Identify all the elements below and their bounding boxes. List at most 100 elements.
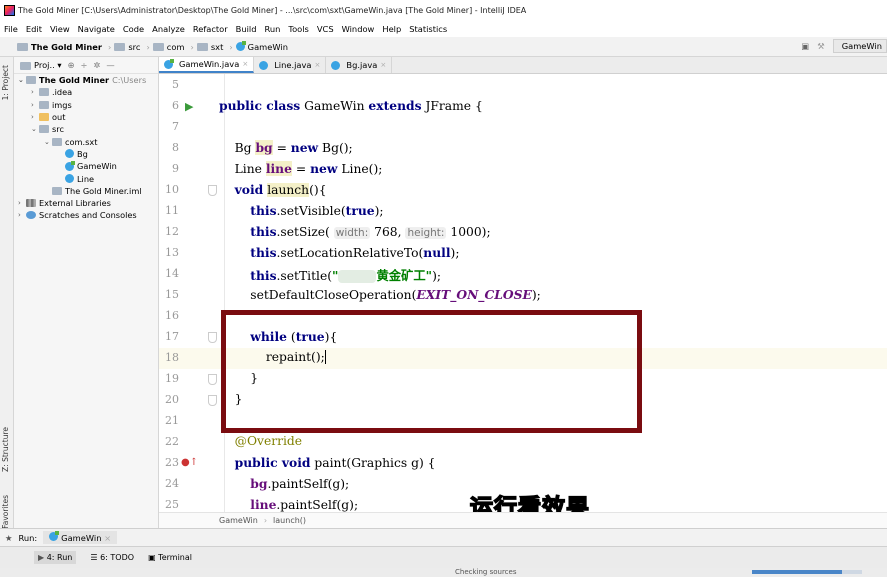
project-view-dropdown[interactable]: Proj.. ▾ <box>20 60 62 70</box>
editor-tab[interactable]: Line.java × <box>254 57 327 73</box>
run-tool-window-header: ★ Run: GameWin × <box>0 528 887 546</box>
tree-item[interactable]: ⌄ src <box>14 123 158 135</box>
todo-tool-tab[interactable]: ☰ 6: TODO <box>90 553 134 562</box>
code-line[interactable]: 11 this.setVisible(true); <box>159 201 887 222</box>
menu-statistics[interactable]: Statistics <box>409 24 447 34</box>
highlight-box <box>221 310 642 433</box>
chevron-down-icon[interactable]: ⌄ <box>44 138 52 146</box>
editor-tab[interactable]: Bg.java × <box>326 57 393 73</box>
hide-icon[interactable]: — <box>106 60 114 70</box>
line-number: 12 <box>165 225 179 238</box>
terminal-tool-tab[interactable]: ▣ Terminal <box>148 553 192 562</box>
tree-item[interactable]: The Gold Miner.iml <box>14 185 158 197</box>
menu-window[interactable]: Window <box>342 24 375 34</box>
menu-vcs[interactable]: VCS <box>317 24 334 34</box>
line-number: 14 <box>165 267 179 280</box>
code-line[interactable]: 6 ▶ public class GameWin extends JFrame { <box>159 96 887 117</box>
project-tool-tab[interactable]: 1: Project <box>1 65 10 100</box>
tree-item[interactable]: › .idea <box>14 86 158 98</box>
tree-item[interactable]: Bg <box>14 148 158 160</box>
folder-icon <box>114 42 126 51</box>
run-config-selector[interactable]: GameWin <box>832 39 887 53</box>
crumb-src[interactable]: src <box>114 42 140 52</box>
code-line[interactable]: 7 <box>159 117 887 138</box>
code-line[interactable]: 8 Bg bg = new Bg(); <box>159 138 887 159</box>
menu-view[interactable]: View <box>50 24 70 34</box>
chevron-right-icon[interactable]: › <box>31 88 39 96</box>
code-line[interactable]: 14 this.setTitle(" 黄金矿工"); <box>159 264 887 285</box>
line-number: 5 <box>172 78 179 91</box>
run-tab[interactable]: GameWin × <box>43 531 118 544</box>
tree-item[interactable]: › Scratches and Consoles <box>14 209 158 221</box>
menu-tools[interactable]: Tools <box>288 24 308 34</box>
tree-item[interactable]: › External Libraries <box>14 197 158 209</box>
code-line[interactable]: 9 Line line = new Line(); <box>159 159 887 180</box>
run-gutter-icon[interactable]: ▶ <box>185 100 193 113</box>
close-icon[interactable]: × <box>380 61 386 69</box>
class-icon <box>331 60 341 70</box>
build-hammer-icon[interactable]: ⚒ <box>817 41 824 51</box>
tree-item-label: External Libraries <box>39 198 111 209</box>
tree-item[interactable]: GameWin <box>14 160 158 172</box>
menu-navigate[interactable]: Navigate <box>78 24 115 34</box>
menu-run[interactable]: Run <box>264 24 280 34</box>
terminal-icon: ▣ <box>148 553 156 562</box>
code-line[interactable]: 23 ●↑ public void paint(Graphics g) { <box>159 453 887 474</box>
iml-icon <box>52 186 62 195</box>
structure-tool-tab[interactable]: Z: Structure <box>1 427 10 472</box>
line-number: 20 <box>165 393 179 406</box>
chevron-down-icon[interactable]: ⌄ <box>31 125 39 133</box>
override-gutter-icon[interactable]: ●↑ <box>181 457 198 468</box>
collapse-icon[interactable]: ÷ <box>81 60 88 70</box>
code-line[interactable]: 5 <box>159 75 887 96</box>
code-editor[interactable]: 5 6 ▶ public class GameWin extends JFrame {… <box>159 74 887 512</box>
menu-analyze[interactable]: Analyze <box>152 24 185 34</box>
tree-item[interactable]: ⌄ com.sxt <box>14 135 158 147</box>
folder-icon <box>152 42 164 51</box>
tree-item[interactable]: › out <box>14 111 158 123</box>
editor-tab[interactable]: GameWin.java × <box>159 57 255 73</box>
chevron-right-icon[interactable]: › <box>31 113 39 121</box>
project-structure-icon[interactable]: ▣ <box>801 41 809 51</box>
tree-item-label: com.sxt <box>65 136 98 147</box>
chevron-down-icon[interactable]: ⌄ <box>18 76 26 84</box>
code-line[interactable]: 12 this.setSize( width: 768, height: 100… <box>159 222 887 243</box>
chevron-right-icon[interactable]: › <box>18 211 26 219</box>
out-icon <box>39 113 49 122</box>
crumb-project[interactable]: The Gold Miner <box>17 42 102 52</box>
close-icon[interactable]: × <box>242 60 248 68</box>
code-line[interactable]: 22 @Override <box>159 432 887 453</box>
menu-build[interactable]: Build <box>236 24 257 34</box>
fold-marker-icon[interactable] <box>208 185 217 196</box>
tree-item[interactable]: › imgs <box>14 99 158 111</box>
chevron-right-icon[interactable]: › <box>18 199 26 207</box>
crumb-gamewin[interactable]: GameWin <box>235 41 288 52</box>
tree-item[interactable]: Line <box>14 172 158 184</box>
menu-edit[interactable]: Edit <box>26 24 42 34</box>
breadcrumb-class[interactable]: GameWin <box>219 516 258 525</box>
crumb-com[interactable]: com <box>152 42 185 52</box>
fold-marker-icon[interactable] <box>208 374 217 385</box>
code-line[interactable]: 15 setDefaultCloseOperation(EXIT_ON_CLOS… <box>159 285 887 306</box>
close-icon[interactable]: × <box>315 61 321 69</box>
crumb-sxt[interactable]: sxt <box>196 42 223 52</box>
code-line[interactable]: 10 void launch(){ <box>159 180 887 201</box>
close-icon[interactable]: × <box>104 533 111 543</box>
menu-file[interactable]: File <box>4 24 18 34</box>
fold-marker-icon[interactable] <box>208 332 217 343</box>
gear-icon[interactable]: ✲ <box>93 60 100 70</box>
menu-help[interactable]: Help <box>382 24 401 34</box>
breadcrumb-method[interactable]: launch() <box>273 516 306 525</box>
chevron-right-icon[interactable]: › <box>31 101 39 109</box>
menu-code[interactable]: Code <box>123 24 144 34</box>
tree-item-label: The Gold Miner.iml <box>65 185 142 196</box>
folder-icon <box>20 61 31 70</box>
tree-item[interactable]: ⌄ The Gold Miner C:\Users <box>14 74 158 86</box>
locate-icon[interactable]: ⊕ <box>68 60 75 70</box>
fold-marker-icon[interactable] <box>208 395 217 406</box>
run-tool-tab[interactable]: ▶ 4: Run <box>34 551 77 564</box>
menu-refactor[interactable]: Refactor <box>193 24 228 34</box>
code-line[interactable]: 13 this.setLocationRelativeTo(null); <box>159 243 887 264</box>
tab-label: GameWin.java <box>179 59 240 69</box>
folder-icon <box>39 88 49 97</box>
